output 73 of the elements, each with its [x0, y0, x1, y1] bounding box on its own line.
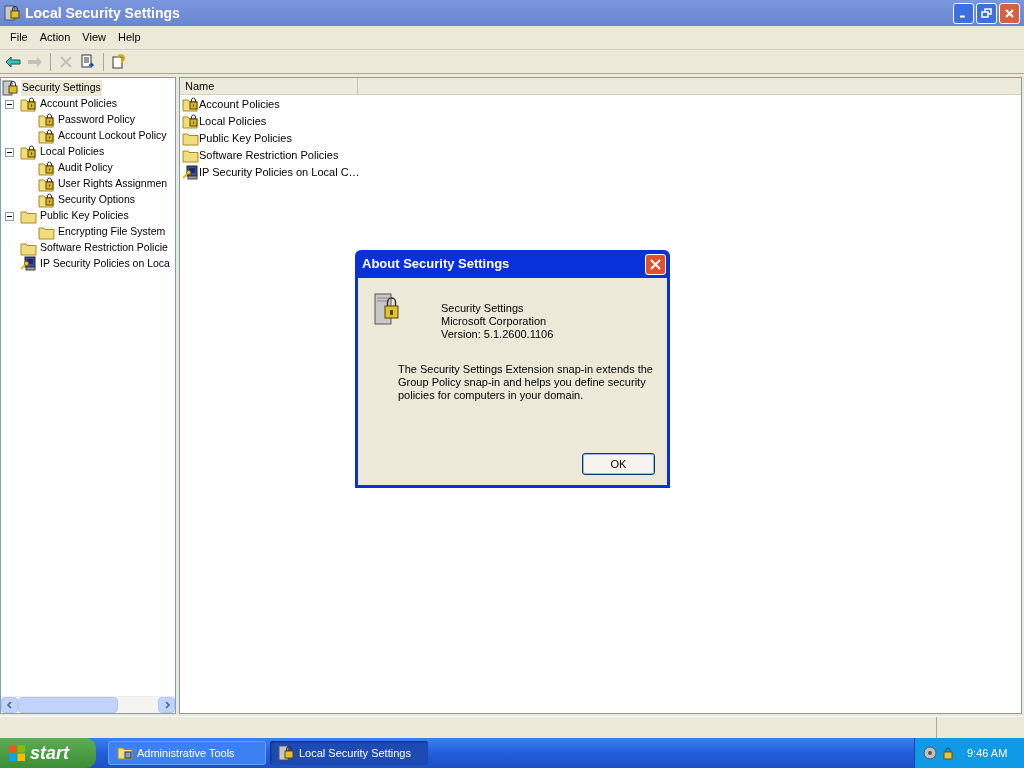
- server-lock-icon: [2, 80, 19, 96]
- horizontal-scrollbar[interactable]: [1, 696, 175, 713]
- company-name: Microsoft Corporation: [441, 315, 548, 328]
- version-text: Version: 5.1.2600.1106: [441, 328, 554, 341]
- tree-item[interactable]: Software Restriction Policie: [39, 240, 169, 256]
- close-icon: [650, 258, 661, 270]
- locked-folder-icon: [20, 96, 37, 112]
- product-name: Security Settings: [441, 302, 525, 315]
- collapse-box-icon[interactable]: [5, 99, 14, 109]
- close-icon: [1003, 6, 1016, 20]
- collapse-box-icon[interactable]: [5, 147, 14, 157]
- list-item[interactable]: IP Security Policies on Local C…: [199, 164, 360, 181]
- clock: 9:46 AM: [967, 745, 1008, 761]
- menu-item[interactable]: View: [76, 29, 112, 46]
- folder-icon: [182, 148, 199, 163]
- minimize-button[interactable]: [953, 2, 974, 24]
- server-lock-icon: [373, 292, 401, 326]
- menu-item[interactable]: Help: [111, 29, 147, 46]
- tree-item[interactable]: Security Options: [57, 192, 137, 208]
- tree-item[interactable]: User Rights Assignmen: [57, 176, 169, 192]
- scroll-thumb[interactable]: [18, 697, 118, 713]
- network-icon[interactable]: [923, 746, 937, 760]
- locked-folder-icon: [38, 160, 55, 176]
- tree-item[interactable]: Account Policies: [39, 96, 119, 112]
- tree-item[interactable]: Public Key Policies: [39, 208, 130, 224]
- locked-folder-icon: [20, 144, 37, 160]
- tree-item[interactable]: IP Security Policies on Loca: [39, 256, 171, 272]
- scroll-right-button[interactable]: [158, 697, 175, 713]
- lock-icon[interactable]: [941, 746, 955, 760]
- taskbar-button[interactable]: Local Security Settings: [270, 741, 428, 765]
- folder-icon: [20, 240, 37, 256]
- window-title: Local Security Settings: [25, 3, 180, 23]
- menu-item[interactable]: Action: [33, 29, 77, 46]
- close-button[interactable]: [645, 253, 666, 275]
- list-item[interactable]: Account Policies: [199, 96, 280, 113]
- ok-button[interactable]: OK: [582, 453, 655, 475]
- tree-item[interactable]: Encrypting File System: [57, 224, 167, 240]
- export-list-icon[interactable]: [79, 52, 97, 71]
- tree-item[interactable]: Audit Policy: [57, 160, 114, 176]
- tree-item[interactable]: Security Settings: [21, 80, 102, 96]
- tree-item[interactable]: Local Policies: [39, 144, 106, 160]
- collapse-box-icon[interactable]: [5, 211, 14, 221]
- server-lock-icon: [4, 5, 21, 21]
- help-page-icon[interactable]: [110, 52, 128, 71]
- locked-folder-icon: [38, 192, 55, 208]
- restore-icon: [980, 6, 993, 20]
- column-header[interactable]: Name: [180, 78, 358, 94]
- locked-folder-icon: [38, 128, 55, 144]
- locked-folder-icon: [38, 112, 55, 128]
- folder-icon: [38, 224, 55, 240]
- menu-item[interactable]: File: [4, 29, 34, 46]
- tools-folder-icon: [117, 745, 133, 761]
- locked-folder-icon: [182, 114, 199, 129]
- minimize-icon: [958, 15, 966, 18]
- list-item[interactable]: Public Key Policies: [199, 130, 292, 147]
- restore-button[interactable]: [976, 2, 997, 24]
- description-text: The Security Settings Extension snap-in extends the Group Policy snap-in and helps you define security policies for computers in your domain.: [398, 363, 653, 402]
- computer-key-icon: [182, 164, 199, 181]
- dialog-title: About Security Settings: [362, 255, 511, 274]
- tree-item[interactable]: Password Policy: [57, 112, 137, 128]
- list-item[interactable]: Local Policies: [199, 113, 267, 130]
- taskbar-button[interactable]: Administrative Tools: [108, 741, 266, 765]
- folder-icon: [182, 131, 199, 146]
- server-lock-icon: [278, 745, 295, 761]
- computer-key-icon: [20, 256, 37, 272]
- locked-folder-icon: [38, 176, 55, 192]
- locked-folder-icon: [182, 97, 199, 112]
- list-item[interactable]: Software Restriction Policies: [199, 147, 339, 164]
- folder-icon: [20, 208, 37, 224]
- tree-item[interactable]: Account Lockout Policy: [57, 128, 168, 144]
- windows-flag-icon: [8, 744, 26, 762]
- close-button[interactable]: [999, 2, 1020, 24]
- scroll-left-button[interactable]: [1, 697, 18, 713]
